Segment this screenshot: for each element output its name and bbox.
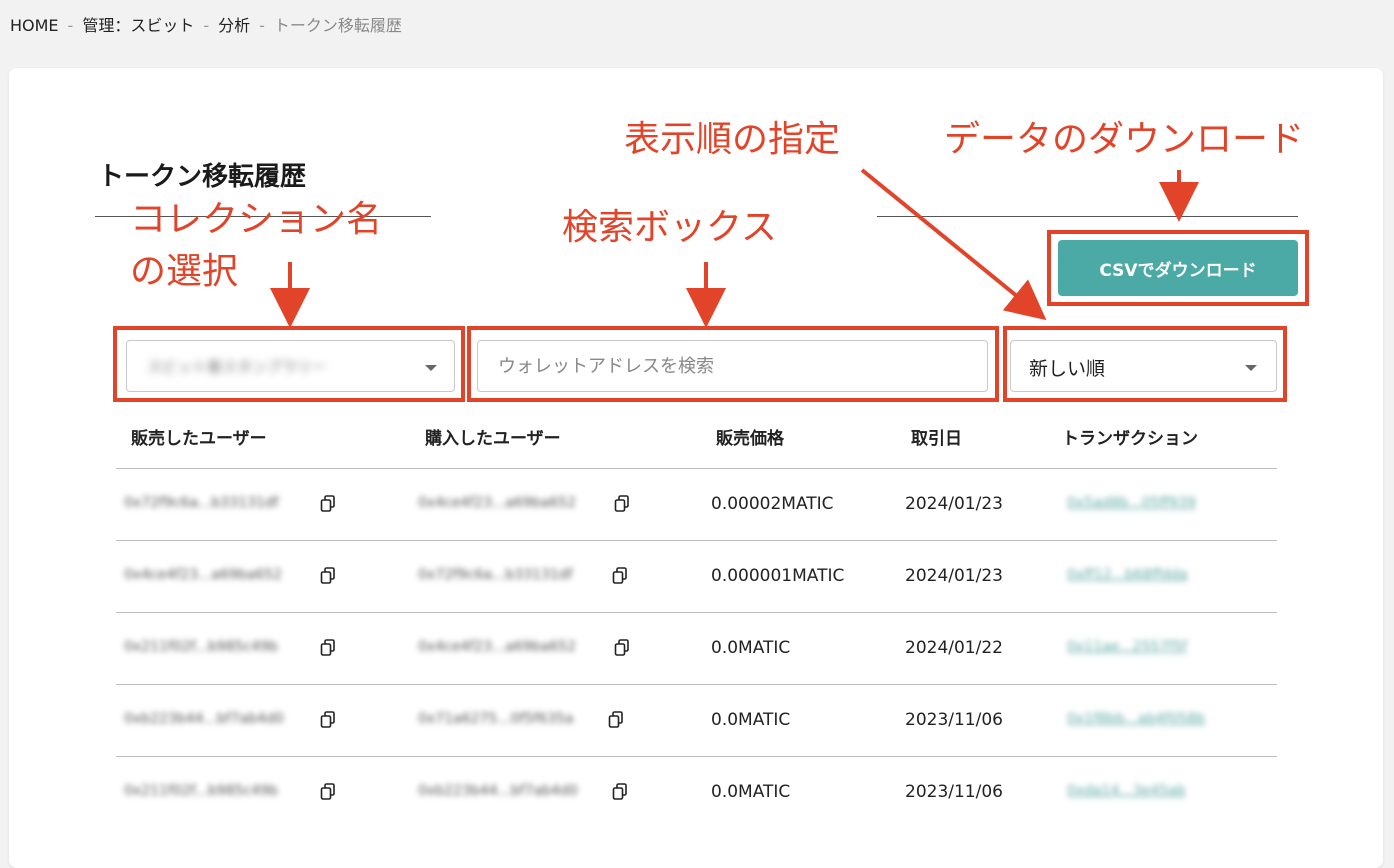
copy-icon[interactable] <box>320 639 336 657</box>
sale-price: 0.0MATIC <box>711 710 791 730</box>
buyer-address: 0x4ce4f23...a69ba652 <box>418 639 576 655</box>
breadcrumb-home[interactable]: HOME <box>10 16 59 35</box>
sale-price: 0.0MATIC <box>711 638 791 658</box>
buyer-address: 0x72f9c6a...b33131df <box>418 567 573 583</box>
column-header-price: 販売価格 <box>716 429 784 449</box>
breadcrumb-separator: - <box>67 16 74 35</box>
table-row-divider <box>116 756 1277 757</box>
table-row-divider <box>116 540 1277 541</box>
seller-address: 0x211f02f...b985c49b <box>124 639 278 655</box>
annotation-box-sort <box>1003 326 1287 402</box>
breadcrumb-analytics[interactable]: 分析 <box>218 16 250 35</box>
transaction-date: 2024/01/23 <box>905 566 1003 586</box>
copy-icon[interactable] <box>608 711 624 729</box>
annotation-box-search <box>467 326 999 402</box>
seller-address: 0x72f9c6a...b33131df <box>124 495 279 511</box>
seller-address: 0x4ce4f23...a69ba652 <box>124 567 282 583</box>
seller-address: 0xb223b44...bf7ab4d0 <box>124 711 284 727</box>
table-row-divider <box>116 684 1277 685</box>
column-header-date: 取引日 <box>911 429 962 449</box>
breadcrumb-separator: - <box>203 16 210 35</box>
buyer-address: 0x4ce4f23...a69ba652 <box>418 495 576 511</box>
column-header-buyer: 購入したユーザー <box>425 429 561 449</box>
transaction-date: 2024/01/22 <box>905 638 1003 658</box>
annotation-label-sort: 表示順の指定 <box>624 119 841 160</box>
transaction-link[interactable]: 0x5ad8b...05ff939 <box>1067 495 1196 511</box>
page-title: トークン移転履歴 <box>98 162 307 192</box>
table-row-divider <box>116 468 1277 469</box>
copy-icon[interactable] <box>614 639 630 657</box>
copy-icon[interactable] <box>614 495 630 513</box>
transaction-date: 2023/11/06 <box>905 782 1003 802</box>
transaction-date: 2024/01/23 <box>905 494 1003 514</box>
sale-price: 0.0MATIC <box>711 782 791 802</box>
title-divider-right <box>877 216 1298 217</box>
annotation-box-collection <box>113 326 465 402</box>
copy-icon[interactable] <box>320 495 336 513</box>
sale-price: 0.00002MATIC <box>711 494 834 514</box>
transaction-date: 2023/11/06 <box>905 710 1003 730</box>
breadcrumb: HOME - 管理：スビット - 分析 - トークン移転履歴 <box>10 12 402 36</box>
column-header-transaction: トランザクション <box>1062 429 1198 449</box>
column-header-seller: 販売したユーザー <box>131 429 267 449</box>
annotation-label-collection-line2: の選択 <box>130 251 239 292</box>
seller-address: 0x211f02f...b985c49b <box>124 783 278 799</box>
annotation-label-download: データのダウンロード <box>944 119 1305 160</box>
table-row-divider <box>116 612 1277 613</box>
transaction-link[interactable]: 0x11ae...2557f5f <box>1067 639 1187 655</box>
breadcrumb-admin[interactable]: 管理：スビット <box>82 16 194 35</box>
breadcrumb-current: トークン移転履歴 <box>273 16 402 35</box>
annotation-label-collection-line1: コレクション名 <box>130 199 383 240</box>
copy-icon[interactable] <box>612 567 628 585</box>
annotation-label-search: 検索ボックス <box>562 207 777 248</box>
sale-price: 0.000001MATIC <box>711 566 845 586</box>
breadcrumb-separator: - <box>259 16 265 35</box>
copy-icon[interactable] <box>612 783 628 801</box>
transaction-link[interactable]: 0xda14...3e45ab <box>1067 783 1186 799</box>
copy-icon[interactable] <box>320 567 336 585</box>
annotation-box-download <box>1047 230 1309 306</box>
transaction-link[interactable]: 0x1f8bb...ab4f058b <box>1067 711 1205 727</box>
copy-icon[interactable] <box>320 783 336 801</box>
buyer-address: 0xb223b44...bf7ab4d0 <box>418 783 578 799</box>
transaction-link[interactable]: 0xff12...b68ffdda <box>1067 567 1188 583</box>
copy-icon[interactable] <box>320 711 336 729</box>
buyer-address: 0x71a6275...0f5f635a <box>418 711 574 727</box>
